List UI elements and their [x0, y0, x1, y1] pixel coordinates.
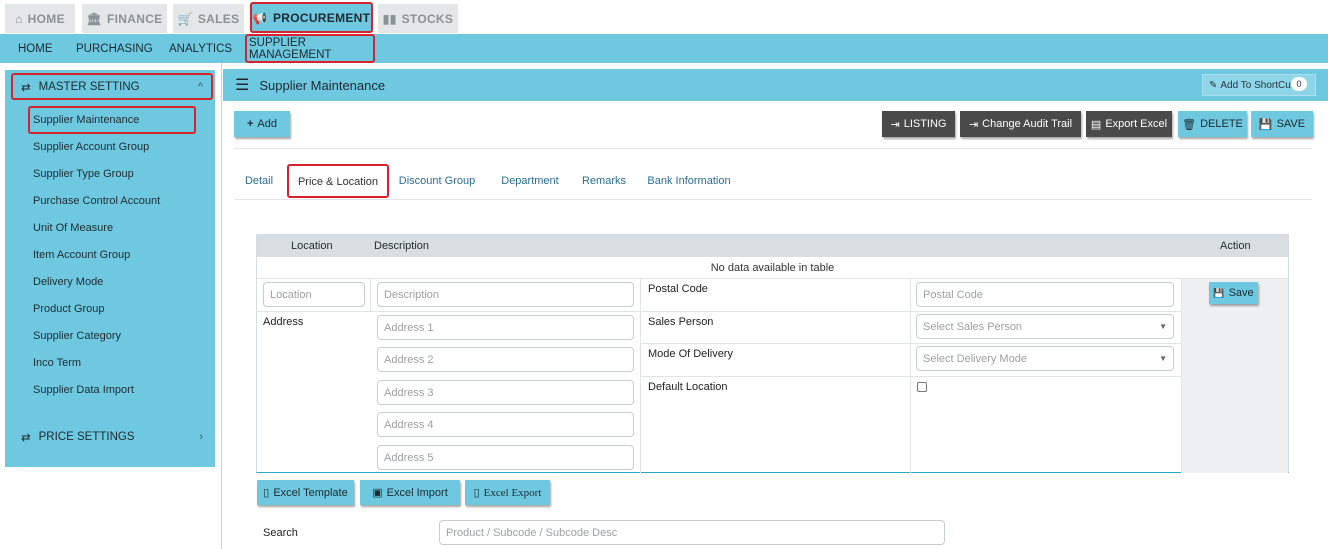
- mode-of-delivery-label: Mode Of Delivery: [648, 348, 733, 360]
- table-header: Location Description Action: [257, 235, 1288, 257]
- listing-button[interactable]: ⇥ LISTING: [882, 111, 955, 137]
- grid-line: [640, 343, 1181, 344]
- sales-person-select[interactable]: Select Sales Person ▼: [916, 314, 1174, 339]
- address-1-input[interactable]: Address 1: [377, 315, 634, 340]
- cart-icon: 🛒: [177, 11, 193, 26]
- grid-line: [370, 279, 371, 311]
- tab-price-location[interactable]: Price & Location: [287, 164, 389, 198]
- address-4-input[interactable]: Address 4: [377, 412, 634, 437]
- sidebar-item-supplier-maintenance[interactable]: Supplier Maintenance: [28, 106, 196, 134]
- caret-down-icon: ▼: [1159, 354, 1167, 363]
- tab-detail[interactable]: Detail: [240, 165, 278, 197]
- search-label: Search: [263, 527, 298, 539]
- sidebar-item-unit-of-measure[interactable]: Unit Of Measure: [33, 217, 113, 239]
- sidebar-item-supplier-data-import[interactable]: Supplier Data Import: [33, 379, 134, 401]
- address-5-input[interactable]: Address 5: [377, 445, 634, 470]
- subnav-purchasing[interactable]: PURCHASING: [72, 34, 157, 63]
- sidebar-item-delivery-mode[interactable]: Delivery Mode: [33, 271, 103, 293]
- bank-icon: 🏛: [86, 11, 103, 26]
- subnav-supplier-management[interactable]: SUPPLIER MANAGEMENT: [245, 34, 375, 63]
- description-input[interactable]: Description: [377, 282, 634, 307]
- toolbar-divider: [234, 148, 1312, 149]
- menu-icon[interactable]: ☰: [235, 75, 249, 95]
- excel-export-button[interactable]: ▯ Excel Export: [465, 480, 550, 505]
- default-location-checkbox[interactable]: [917, 382, 927, 392]
- column-description[interactable]: Description: [374, 235, 429, 257]
- bar-chart-icon: ▮▮: [382, 11, 397, 26]
- shortcut-count-badge: 0: [1291, 77, 1307, 91]
- sidebar-item-item-account-group[interactable]: Item Account Group: [33, 244, 130, 266]
- sidebar-item-inco-term[interactable]: Inco Term: [33, 352, 81, 374]
- sidebar-item-purchase-control-account[interactable]: Purchase Control Account: [33, 190, 160, 212]
- grid-line: [1181, 279, 1182, 473]
- grid-line: [257, 311, 1181, 312]
- tab-bank-information[interactable]: Bank Information: [645, 165, 733, 197]
- megaphone-icon: 📢: [252, 10, 268, 25]
- module-tab-finance[interactable]: 🏛 FINANCE: [82, 4, 167, 33]
- page-titlebar: ☰ Supplier Maintenance ✎ Add To ShortCut…: [223, 69, 1328, 101]
- trash-icon: 🗑: [1182, 118, 1197, 131]
- plus-icon: +: [246, 118, 254, 130]
- master-setting-header[interactable]: ⇄ MASTER SETTING ^: [11, 73, 213, 100]
- excel-template-button[interactable]: ▯ Excel Template: [257, 480, 354, 505]
- sidebar-item-product-group[interactable]: Product Group: [33, 298, 105, 320]
- address-label: Address: [263, 316, 304, 328]
- save-button[interactable]: 💾 SAVE: [1251, 111, 1313, 137]
- sales-person-label: Sales Person: [648, 316, 714, 328]
- empty-table-message: No data available in table: [257, 257, 1288, 279]
- subnav-analytics[interactable]: ANALYTICS: [165, 34, 236, 63]
- home-icon: ⌂: [15, 11, 23, 26]
- swap-icon: ⇄: [21, 431, 31, 444]
- default-location-label: Default Location: [648, 381, 728, 393]
- sidebar-item-supplier-type-group[interactable]: Supplier Type Group: [33, 163, 134, 185]
- price-settings-header[interactable]: ⇄ PRICE SETTINGS ›: [11, 423, 213, 450]
- pin-icon: ✎: [1209, 79, 1218, 91]
- add-button[interactable]: + Add: [234, 111, 290, 137]
- column-action: Action: [1220, 240, 1251, 252]
- module-tab-home[interactable]: ⌂ HOME: [5, 4, 75, 33]
- caret-down-icon: ▼: [1159, 322, 1167, 331]
- chevron-right-icon: ›: [199, 430, 203, 443]
- tabs-divider: [234, 199, 1312, 200]
- module-tabbar: ⌂ HOME 🏛 FINANCE 🛒 SALES 📢 PROCUREMENT ▮…: [0, 0, 1328, 34]
- grid-line: [640, 376, 1181, 377]
- excel-import-button[interactable]: ▣ Excel Import: [360, 480, 460, 505]
- subnav-home[interactable]: HOME: [14, 34, 57, 63]
- file-icon: ▯: [263, 487, 270, 499]
- add-to-shortcut-button[interactable]: ✎ Add To ShortCut 0: [1202, 74, 1316, 96]
- change-audit-trail-button[interactable]: ⇥ Change Audit Trail: [960, 111, 1081, 137]
- column-location[interactable]: Location: [291, 235, 333, 257]
- excel-file-icon: ▤: [1090, 118, 1102, 131]
- sidebar-item-supplier-category[interactable]: Supplier Category: [33, 325, 121, 347]
- location-input[interactable]: Location: [263, 282, 365, 307]
- module-tab-sales[interactable]: 🛒 SALES: [173, 4, 244, 33]
- postal-code-input[interactable]: Postal Code: [916, 282, 1174, 307]
- row-save-button[interactable]: 💾 Save: [1209, 282, 1258, 304]
- postal-code-label: Postal Code: [648, 283, 708, 295]
- history-icon: ⇥: [968, 118, 979, 131]
- search-input[interactable]: Product / Subcode / Subcode Desc: [439, 520, 945, 545]
- sidebar-item-supplier-account-group[interactable]: Supplier Account Group: [33, 136, 149, 158]
- module-tab-stocks[interactable]: ▮▮ STOCKS: [378, 4, 458, 33]
- export-excel-button[interactable]: ▤ Export Excel: [1086, 111, 1172, 137]
- chevron-up-icon: ^: [197, 80, 203, 93]
- page-title: Supplier Maintenance: [259, 77, 386, 93]
- delivery-mode-select[interactable]: Select Delivery Mode ▼: [916, 346, 1174, 371]
- sub-navbar: HOME PURCHASING ANALYTICS SUPPLIER MANAG…: [0, 34, 1328, 63]
- list-icon: ⇥: [890, 118, 900, 131]
- action-column: [1181, 279, 1288, 473]
- delete-button[interactable]: 🗑 DELETE: [1178, 111, 1247, 137]
- module-tab-procurement[interactable]: 📢 PROCUREMENT: [250, 2, 373, 33]
- sidebar: ⇄ MASTER SETTING ^ Supplier Maintenance …: [5, 70, 215, 467]
- swap-icon: ⇄: [21, 81, 31, 94]
- tab-remarks[interactable]: Remarks: [579, 165, 629, 197]
- excel-file-icon: ▣: [372, 487, 383, 499]
- floppy-icon: 💾: [1258, 118, 1273, 131]
- file-icon: ▯: [473, 487, 480, 499]
- floppy-icon: 💾: [1213, 287, 1225, 298]
- tab-discount-group[interactable]: Discount Group: [396, 165, 478, 197]
- address-2-input[interactable]: Address 2: [377, 347, 634, 372]
- tab-department[interactable]: Department: [497, 165, 563, 197]
- address-3-input[interactable]: Address 3: [377, 380, 634, 405]
